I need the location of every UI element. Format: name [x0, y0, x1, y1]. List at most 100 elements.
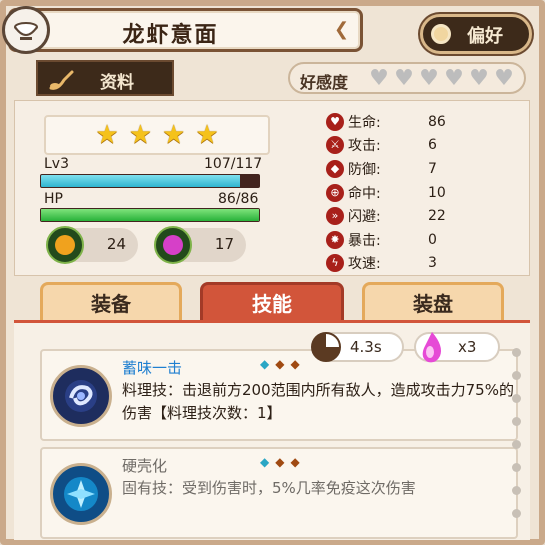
stat-name: 生命:: [348, 114, 381, 131]
stat-value: 0: [428, 231, 437, 248]
heart-icon: ♥: [469, 66, 489, 91]
diamond-icon: ◆: [290, 357, 300, 371]
stat-attack: ⚔ 攻击: 6: [326, 134, 526, 158]
crystal-icon: [64, 477, 98, 511]
tab-skills[interactable]: 技能: [200, 282, 344, 322]
stat-value: 3: [428, 255, 437, 272]
potion-purple-icon: [154, 226, 192, 264]
stat-name: 命中:: [348, 185, 381, 202]
target-icon: ⊕: [326, 183, 344, 202]
heart-icon: ♥: [394, 66, 414, 91]
bowl-icon: [14, 22, 38, 40]
cooldown-value: 4.3s: [350, 338, 382, 356]
hp-bar-fill: [41, 209, 259, 221]
stat-name: 攻速:: [348, 256, 381, 273]
diamond-icon: ◆: [290, 455, 300, 469]
cost-pill: x3: [414, 332, 500, 363]
resource-purple: 17: [154, 226, 246, 264]
scroll-dot: [512, 463, 521, 472]
star-icon: ★: [195, 120, 219, 150]
level-label: Lv3: [44, 156, 69, 172]
skill-description: 料理技：击退前方200范围内所有敌人，造成攻击力75%的伤害【料理技次数：1】: [122, 381, 514, 422]
star-icon: ★: [95, 120, 119, 150]
chevron-left-icon: ❮: [334, 19, 350, 40]
diamond-icon: ◆: [260, 455, 270, 469]
dodge-icon: »: [326, 207, 344, 226]
hp-label: HP: [44, 191, 63, 207]
stat-dodge: » 闪避: 22: [326, 204, 526, 228]
skill-swirl-icon: [50, 365, 112, 427]
back-button[interactable]: [2, 6, 50, 54]
affinity-hearts: ♥ ♥ ♥ ♥ ♥ ♥: [368, 68, 515, 90]
heart-icon: ♥: [369, 66, 389, 91]
spoon-icon: [49, 70, 74, 90]
stat-defense: ◆ 防御: 7: [326, 157, 526, 181]
skill-name: 硬壳化: [122, 457, 168, 475]
stat-crit: ✸ 暴击: 0: [326, 228, 526, 252]
scroll-dot: [512, 417, 521, 426]
crit-icon: ✸: [326, 230, 344, 249]
diamond-icon: ◆: [275, 455, 285, 469]
title-bar: 龙虾意面 ❮: [8, 8, 363, 52]
stat-value: 7: [428, 160, 437, 177]
info-tab-label: 资料: [100, 73, 134, 93]
skill-card[interactable]: 硬壳化 ◆ ◆ ◆ 固有技：受到伤害时，5%几率免疫这次伤害: [40, 447, 518, 539]
scroll-indicator[interactable]: [512, 348, 522, 532]
cost-value: x3: [458, 338, 477, 356]
scroll-dot: [512, 440, 521, 449]
skill-name: 蓄味一击: [122, 359, 183, 377]
skill-description: 固有技：受到伤害时，5%几率免疫这次伤害: [122, 479, 416, 497]
stat-value: 22: [428, 208, 446, 225]
stat-accuracy: ⊕ 命中: 10: [326, 181, 526, 205]
attack-icon: ⚔: [326, 136, 344, 155]
tab-plating[interactable]: 装盘: [362, 282, 504, 322]
skill-card[interactable]: 蓄味一击 ◆ ◆ ◆ 料理技：击退前方200范围内所有敌人，造成攻击力75%的伤…: [40, 349, 518, 441]
exp-bar: [40, 174, 260, 188]
resource-orange-value: 24: [106, 235, 126, 253]
page-title: 龙虾意面: [122, 23, 219, 48]
stat-value: 86: [428, 113, 446, 130]
scroll-dot: [512, 509, 521, 518]
stat-name: 闪避:: [348, 209, 381, 226]
stat-hp: ♥ 生命: 86: [326, 110, 526, 134]
shield-icon: ◆: [326, 159, 344, 178]
favorite-label: 偏好: [467, 26, 503, 47]
hp-value-text: 86/86: [218, 191, 259, 207]
affinity-label: 好感度: [300, 73, 349, 92]
favorite-dot-icon: [431, 24, 451, 44]
favorite-button[interactable]: 偏好: [420, 14, 532, 54]
resource-purple-value: 17: [214, 235, 234, 253]
flame-icon: [422, 332, 441, 363]
star-icon: ★: [128, 120, 152, 150]
stat-value: 6: [428, 137, 437, 154]
speed-icon: ϟ: [326, 254, 344, 273]
star-icon: ★: [162, 120, 186, 150]
heart-icon: ♥: [494, 66, 514, 91]
resource-orange: 24: [46, 226, 138, 264]
diamond-icon: ◆: [275, 357, 285, 371]
exp-bar-fill: [41, 175, 241, 187]
swirl-icon: [65, 380, 97, 412]
cooldown-pill: 4.3s: [311, 332, 404, 362]
stat-name: 攻击:: [348, 138, 381, 155]
info-tab[interactable]: 资料: [36, 60, 174, 96]
skill-cost-diamonds: ◆ ◆ ◆: [260, 357, 300, 371]
heart-icon: ♥: [326, 112, 344, 131]
stat-name: 防御:: [348, 161, 381, 178]
star-rating: ★ ★ ★ ★: [44, 115, 270, 155]
heart-icon: ♥: [444, 66, 464, 91]
scroll-dot: [512, 348, 521, 357]
stats-list: ♥ 生命: 86 ⚔ 攻击: 6 ◆ 防御: 7 ⊕ 命中: 10 » 闪避: 22 ✸ 暴击: 0 ϟ…: [326, 110, 526, 275]
skill-cost-diamonds: ◆ ◆ ◆: [260, 455, 300, 469]
hp-bar: [40, 208, 260, 222]
affinity-bar: 好感度 ♥ ♥ ♥ ♥ ♥ ♥: [288, 62, 526, 94]
stat-value: 10: [428, 184, 446, 201]
diamond-icon: ◆: [260, 357, 270, 371]
stat-speed: ϟ 攻速: 3: [326, 252, 526, 276]
level-progress-text: 107/117: [204, 156, 263, 172]
potion-orange-icon: [46, 226, 84, 264]
tab-equipment[interactable]: 装备: [40, 282, 182, 322]
scroll-dot: [512, 371, 521, 380]
scroll-dot: [512, 486, 521, 495]
stat-name: 暴击:: [348, 232, 381, 249]
